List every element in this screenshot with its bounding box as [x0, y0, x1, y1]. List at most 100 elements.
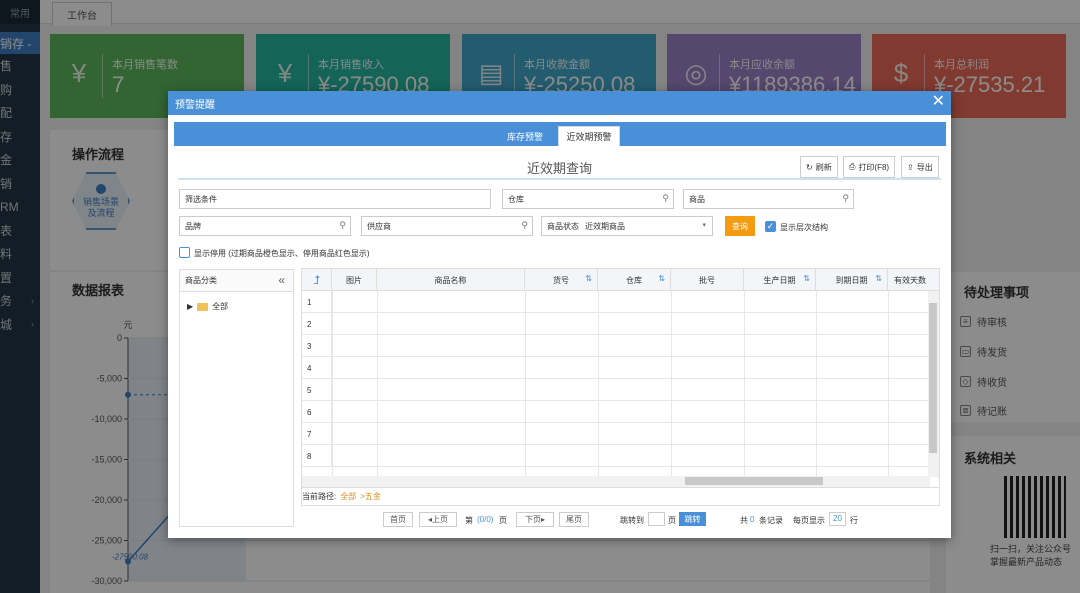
- col-label: 有效天数: [894, 275, 926, 285]
- folder-icon: [197, 302, 209, 311]
- goods-table: ⮥ 图片 商品名称 货号 ⇅ 仓库 ⇅ 批号 生产日期 ⇅ 到期日期 ⇅ 有效天数 12…: [301, 268, 940, 488]
- row-number: 8: [302, 445, 332, 467]
- collapse-icon[interactable]: «: [278, 273, 285, 287]
- col-valid-days[interactable]: 有效天数: [888, 269, 939, 291]
- page-suffix: 页: [499, 516, 507, 525]
- first-page-button[interactable]: 首页: [383, 512, 413, 527]
- col-image[interactable]: 图片: [332, 269, 377, 291]
- tree-node-all[interactable]: ▶ 全部: [187, 301, 228, 312]
- row-number: 2: [302, 313, 332, 335]
- search-icon[interactable]: ⚲: [521, 220, 528, 231]
- col-label: 生产日期: [763, 275, 796, 285]
- path-link-root[interactable]: 全部: [340, 491, 356, 502]
- col-label: 仓库: [626, 275, 642, 285]
- prev-page-button[interactable]: ◂ 上页: [419, 512, 457, 527]
- brand-input[interactable]: 品牌 ⚲: [179, 216, 351, 236]
- tab-expiry-alert[interactable]: 近效期预警: [558, 126, 620, 146]
- sort-icon[interactable]: ⇅: [803, 274, 810, 283]
- col-production-date[interactable]: 生产日期 ⇅: [744, 269, 816, 291]
- caret-down-icon: ▾: [702, 222, 706, 229]
- dialog-tabs: 库存预警 近效期预警: [174, 122, 946, 146]
- next-page-button[interactable]: 下页 ▸: [516, 512, 554, 527]
- supplier-input[interactable]: 供应商 ⚲: [361, 216, 533, 236]
- print-button[interactable]: ⎙ 打印(F8): [843, 156, 896, 178]
- horizontal-scroll-thumb[interactable]: [685, 477, 823, 485]
- print-label: 打印(F8): [858, 162, 890, 172]
- refresh-icon: ↻: [806, 162, 813, 172]
- search-icon[interactable]: ⚲: [842, 193, 849, 204]
- jump-button[interactable]: 跳转: [679, 512, 706, 526]
- jump-suffix: 页: [668, 516, 676, 525]
- table-row[interactable]: 1: [302, 291, 930, 313]
- show-disabled-label: 显示停用 (过期商品橙色显示、停用商品红色显示): [194, 249, 370, 258]
- col-sku[interactable]: 货号 ⇅: [525, 269, 598, 291]
- printer-icon: ⎙: [849, 162, 856, 171]
- col-warehouse[interactable]: 仓库 ⇅: [598, 269, 671, 291]
- last-page-button[interactable]: 尾页: [559, 512, 589, 527]
- table-row[interactable]: 5: [302, 379, 930, 401]
- export-button[interactable]: ⇪ 导出: [901, 156, 939, 178]
- tab-stock-alert[interactable]: 库存预警: [496, 126, 554, 146]
- search-icon[interactable]: ⚲: [339, 220, 346, 231]
- filter-input[interactable]: 筛选条件: [179, 189, 491, 209]
- table-row[interactable]: 8: [302, 445, 930, 467]
- col-expiry-date[interactable]: 到期日期 ⇅: [816, 269, 888, 291]
- show-disabled-checkbox[interactable]: [179, 247, 190, 258]
- goods-input[interactable]: 商品 ⚲: [683, 189, 854, 209]
- total-suffix: 条记录: [759, 516, 783, 525]
- sort-icon[interactable]: ⇅: [875, 274, 882, 283]
- table-row[interactable]: 4: [302, 357, 930, 379]
- col-batch[interactable]: 批号: [671, 269, 744, 291]
- row-number: 4: [302, 357, 332, 379]
- table-header: ⮥ 图片 商品名称 货号 ⇅ 仓库 ⇅ 批号 生产日期 ⇅ 到期日期 ⇅ 有效天数: [302, 269, 939, 291]
- col-label: 商品名称: [434, 275, 467, 285]
- per-page-input[interactable]: 20: [829, 512, 846, 526]
- vertical-scroll-thumb[interactable]: [929, 303, 937, 453]
- query-button[interactable]: 查询: [725, 216, 755, 236]
- horizontal-scrollbar[interactable]: [302, 476, 930, 487]
- total-value: 0: [750, 515, 755, 524]
- warehouse-input[interactable]: 仓库 ⚲: [502, 189, 674, 209]
- vertical-scrollbar[interactable]: [928, 291, 939, 477]
- alert-dialog: 预警提醒 ✕ 库存预警 近效期预警 近效期查询 ↻ 刷新 ⎙ 打印(F8) ⇪ 导出 …: [168, 91, 951, 538]
- dialog-header: 预警提醒 ✕: [168, 91, 951, 115]
- prev-label: 上页: [432, 515, 448, 524]
- path-label: 当前路径:: [302, 492, 337, 501]
- category-panel: 商品分类 « ▶ 全部: [179, 269, 294, 527]
- close-icon[interactable]: ✕: [932, 93, 945, 111]
- per-page-label: 每页显示: [793, 516, 825, 525]
- row-number: 6: [302, 401, 332, 423]
- tree-node-label: 全部: [212, 302, 229, 311]
- table-row[interactable]: 3: [302, 335, 930, 357]
- hierarchy-label: 显示层次结构: [780, 223, 828, 232]
- breadcrumb: 当前路径: 全部 >五金: [301, 488, 940, 506]
- table-row[interactable]: 7: [302, 423, 930, 445]
- sort-up-icon[interactable]: ⮥: [302, 269, 332, 291]
- status-select[interactable]: 商品状态 近效期商品 ▾: [541, 216, 713, 236]
- row-number: 1: [302, 291, 332, 313]
- query-header: 近效期查询 ↻ 刷新 ⎙ 打印(F8) ⇪ 导出: [178, 154, 941, 180]
- col-name[interactable]: 商品名称: [377, 269, 525, 291]
- col-label: 图片: [346, 275, 362, 285]
- export-icon: ⇪: [907, 162, 914, 172]
- total-prefix: 共: [740, 516, 748, 525]
- row-number: 3: [302, 335, 332, 357]
- table-row[interactable]: 2: [302, 313, 930, 335]
- dialog-title: 预警提醒: [175, 99, 215, 111]
- table-row[interactable]: 6: [302, 401, 930, 423]
- sort-icon[interactable]: ⇅: [585, 274, 592, 283]
- hierarchy-checkbox[interactable]: ✓: [765, 221, 776, 232]
- path-link-child[interactable]: >五金: [360, 491, 381, 502]
- supplier-placeholder: 供应商: [367, 221, 391, 231]
- sort-icon[interactable]: ⇅: [658, 274, 665, 283]
- row-number: 7: [302, 423, 332, 445]
- page-value: (0/0): [477, 515, 494, 524]
- search-icon[interactable]: ⚲: [662, 193, 669, 204]
- jump-page-input[interactable]: [648, 512, 665, 526]
- col-label: 货号: [553, 275, 569, 285]
- caret-right-icon[interactable]: ▶: [187, 302, 193, 311]
- brand-placeholder: 品牌: [185, 221, 201, 231]
- refresh-button[interactable]: ↻ 刷新: [800, 156, 838, 178]
- filter-placeholder: 筛选条件: [185, 194, 217, 204]
- col-label: 到期日期: [835, 275, 868, 285]
